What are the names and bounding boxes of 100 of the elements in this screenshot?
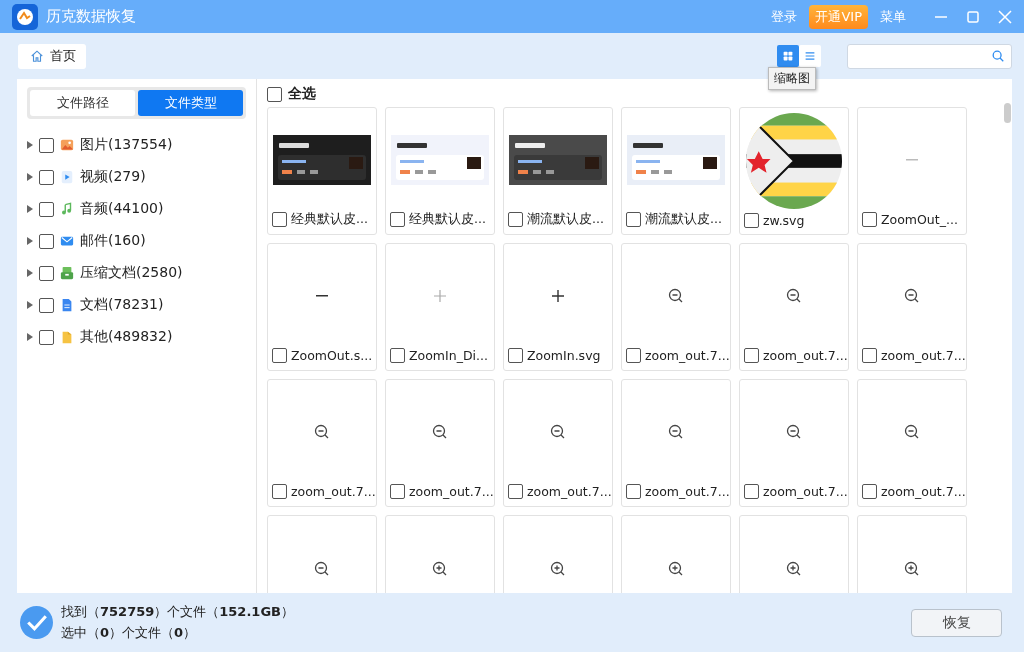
zoom-out-icon bbox=[668, 424, 684, 441]
tree-item-label[interactable]: 其他(489832) bbox=[80, 328, 173, 346]
checkbox[interactable] bbox=[508, 211, 523, 227]
file-name: zoom_out.7... bbox=[763, 483, 848, 499]
expand-arrow-icon[interactable] bbox=[27, 269, 33, 277]
checkbox[interactable] bbox=[39, 233, 54, 249]
checkbox[interactable] bbox=[626, 211, 641, 227]
file-name: ZoomIn_Di... bbox=[409, 347, 488, 363]
checkbox[interactable] bbox=[744, 347, 759, 363]
expand-arrow-icon[interactable] bbox=[27, 237, 33, 245]
zoom-in-icon bbox=[904, 561, 920, 577]
file-card[interactable]: zoom_out.7... bbox=[739, 243, 849, 371]
file-card[interactable]: zw.svg bbox=[739, 107, 849, 235]
dash-icon bbox=[906, 159, 918, 162]
video-icon bbox=[60, 170, 74, 184]
tree-item-label[interactable]: 文档(78231) bbox=[80, 296, 164, 314]
tree-item-label[interactable]: 图片(137554) bbox=[80, 136, 173, 154]
search-icon[interactable] bbox=[991, 49, 1005, 63]
checkbox[interactable] bbox=[390, 347, 405, 363]
checkbox[interactable] bbox=[508, 347, 523, 363]
file-card[interactable]: ZoomIn_Di... bbox=[385, 243, 495, 371]
file-card[interactable]: zoom_out.7... bbox=[857, 379, 967, 507]
file-name: zoom_out.7... bbox=[881, 347, 966, 363]
file-name: 潮流默认皮... bbox=[645, 210, 722, 228]
checkbox[interactable] bbox=[39, 265, 54, 281]
tab[interactable]: 文件类型 bbox=[138, 90, 243, 116]
file-card[interactable]: zoom_out.7... bbox=[385, 379, 495, 507]
checkbox[interactable] bbox=[390, 211, 405, 227]
file-name: zoom_out.7... bbox=[527, 483, 612, 499]
music-note-icon bbox=[60, 202, 74, 216]
file-name: ZoomIn.svg bbox=[527, 347, 601, 363]
tab[interactable]: 文件路径 bbox=[30, 90, 135, 116]
tree-item-label[interactable]: 音频(44100) bbox=[80, 200, 164, 218]
file-card[interactable]: 经典默认皮... bbox=[385, 107, 495, 235]
app-logo-icon bbox=[12, 3, 38, 30]
file-name: 经典默认皮... bbox=[409, 210, 486, 228]
expand-arrow-icon[interactable] bbox=[27, 301, 33, 309]
file-card[interactable]: ZoomOut.s... bbox=[267, 243, 377, 371]
checkbox[interactable] bbox=[862, 347, 877, 363]
envelope-icon bbox=[60, 234, 74, 248]
file-card[interactable]: 经典默认皮... bbox=[267, 107, 377, 235]
file-card[interactable]: zoom_out.7... bbox=[267, 379, 377, 507]
grid-icon bbox=[781, 49, 795, 63]
expand-arrow-icon[interactable] bbox=[27, 333, 33, 341]
tree-item-label[interactable]: 邮件(160) bbox=[80, 232, 146, 250]
zoom-out-icon bbox=[786, 424, 802, 441]
file-name: 潮流默认皮... bbox=[527, 210, 604, 228]
select-all-label[interactable]: 全选 bbox=[288, 85, 316, 103]
expand-arrow-icon[interactable] bbox=[27, 205, 33, 213]
checkbox[interactable] bbox=[272, 211, 287, 227]
file-card[interactable]: zoom_out.7... bbox=[621, 243, 731, 371]
file-card[interactable]: zoom_out.7... bbox=[739, 379, 849, 507]
file-card[interactable]: ZoomIn.svg bbox=[503, 243, 613, 371]
checkbox[interactable] bbox=[862, 211, 877, 227]
file-name: 经典默认皮... bbox=[291, 210, 368, 228]
zoom-in-icon bbox=[550, 561, 566, 577]
expand-arrow-icon[interactable] bbox=[27, 141, 33, 149]
zoom-in-icon bbox=[432, 561, 448, 577]
grid-view-button[interactable] bbox=[777, 45, 799, 67]
home-button[interactable]: 首页 bbox=[18, 43, 86, 69]
file-card[interactable]: zoom_out.7... bbox=[503, 379, 613, 507]
file-card[interactable]: 潮流默认皮... bbox=[621, 107, 731, 235]
house-icon bbox=[30, 49, 44, 63]
window-title: 历克数据恢复 bbox=[46, 7, 137, 26]
file-card[interactable]: zoom_out.7... bbox=[857, 243, 967, 371]
tree-item-label[interactable]: 视频(279) bbox=[80, 168, 146, 186]
checkbox[interactable] bbox=[267, 86, 282, 102]
checkbox[interactable] bbox=[744, 212, 759, 228]
file-card[interactable]: ZoomOut_... bbox=[857, 107, 967, 235]
checkbox[interactable] bbox=[508, 483, 523, 499]
checkbox[interactable] bbox=[272, 347, 287, 363]
zoom-in-icon bbox=[668, 561, 684, 577]
minus-icon bbox=[316, 295, 328, 298]
file-card[interactable]: zoom_out.7... bbox=[621, 379, 731, 507]
file-name: zoom_out.7... bbox=[881, 483, 966, 499]
tree-item-label[interactable]: 压缩文档(2580) bbox=[80, 264, 183, 282]
checkbox[interactable] bbox=[39, 169, 54, 185]
search-field[interactable] bbox=[847, 43, 1012, 69]
file-name: zoom_out.7... bbox=[645, 347, 730, 363]
zoom-out-icon bbox=[904, 288, 920, 305]
file-name: zoom_out.7... bbox=[645, 483, 730, 499]
checkbox[interactable] bbox=[39, 329, 54, 345]
checkbox[interactable] bbox=[626, 483, 641, 499]
checkbox[interactable] bbox=[39, 297, 54, 313]
zoom-out-icon bbox=[904, 424, 920, 441]
checkbox[interactable] bbox=[272, 483, 287, 499]
restore-button[interactable]: 恢复 bbox=[911, 608, 1002, 637]
file-name: zoom_out.7... bbox=[763, 347, 848, 363]
image-icon bbox=[60, 138, 74, 152]
expand-arrow-icon[interactable] bbox=[27, 173, 33, 181]
checkbox[interactable] bbox=[626, 347, 641, 363]
file-card[interactable]: 潮流默认皮... bbox=[503, 107, 613, 235]
checkbox[interactable] bbox=[39, 201, 54, 217]
scrollbar-thumb[interactable] bbox=[1004, 103, 1011, 123]
checkbox[interactable] bbox=[862, 483, 877, 499]
file-name: zw.svg bbox=[763, 212, 805, 228]
checkbox[interactable] bbox=[39, 137, 54, 153]
checkbox[interactable] bbox=[390, 483, 405, 499]
found-count-text: 找到（752759）个文件（152.1GB） bbox=[61, 603, 295, 621]
checkbox[interactable] bbox=[744, 483, 759, 499]
